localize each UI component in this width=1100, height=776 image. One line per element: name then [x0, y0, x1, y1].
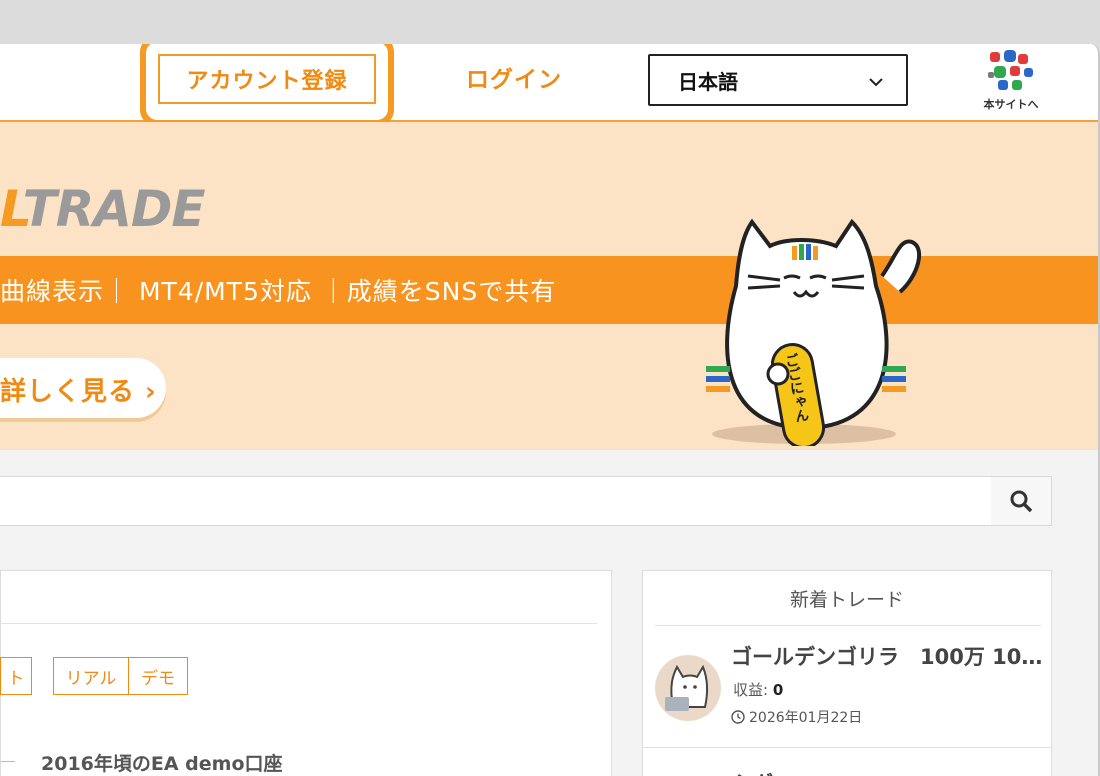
- trade-title-next[interactable]: シグマ…: [733, 767, 813, 776]
- site-logo-icon: [988, 50, 1033, 90]
- brand-logo: LTRADE: [0, 180, 206, 238]
- promo-banner: LTRADE 曲線表示｜ MT4/MT5対応 ｜成績をSNSで共有 詳しく見る …: [0, 122, 1098, 450]
- filter-tab-partial[interactable]: ト: [0, 657, 32, 695]
- feature-stripe: 曲線表示｜ MT4/MT5対応 ｜成績をSNSで共有: [0, 256, 1098, 324]
- cat-avatar-icon: [665, 664, 709, 711]
- filter-tab-demo[interactable]: デモ: [128, 657, 188, 695]
- search-icon: [1010, 490, 1033, 513]
- brand-logo-gray: TRADE: [22, 180, 206, 238]
- trade-date-value: 2026年01月22日: [749, 710, 863, 726]
- details-button-label: 詳しく見る ›: [0, 377, 157, 407]
- profit-text: 収益: 0: [733, 679, 783, 700]
- new-trades-panel: 新着トレード ゴールデンゴリラ 100万 10… 収益: 0 2026年01月2…: [642, 570, 1053, 776]
- feature-text: 曲線表示｜ MT4/MT5対応 ｜成績をSNSで共有: [0, 277, 557, 306]
- trade-list-panel: ト リアル デモ 2016年頃のEA demo口座: [0, 570, 612, 776]
- login-link[interactable]: ログイン: [466, 60, 562, 94]
- list-item-title[interactable]: 2016年頃のEA demo口座: [41, 749, 283, 776]
- profit-value: 0: [772, 681, 784, 699]
- main-site-label: 本サイトへ: [983, 98, 1039, 111]
- profit-label: 収益:: [733, 681, 769, 699]
- main-site-link[interactable]: 本サイトへ: [974, 50, 1048, 112]
- brand-logo-orange: L: [0, 180, 24, 238]
- chevron-down-icon: [869, 78, 883, 87]
- trade-date: 2026年01月22日: [731, 707, 862, 727]
- filter-tab-real[interactable]: リアル: [53, 657, 129, 695]
- avatar[interactable]: [655, 655, 721, 721]
- search-input[interactable]: [0, 476, 1052, 526]
- panel-title: 新着トレード: [789, 589, 904, 611]
- register-account-button[interactable]: アカウント登録: [158, 54, 376, 104]
- language-select[interactable]: 日本語: [648, 54, 908, 106]
- register-highlight: アカウント登録: [140, 44, 394, 126]
- search-button[interactable]: [991, 477, 1051, 525]
- details-button[interactable]: 詳しく見る ›: [0, 358, 166, 418]
- trade-title[interactable]: ゴールデンゴリラ 100万 10…: [731, 641, 1042, 671]
- browser-viewport: アカウント登録 ログイン 日本語 本サイトへ LTRADE 曲線表示｜ MT4/…: [0, 44, 1100, 776]
- cat-mascot-image: ごごにゃん: [706, 218, 922, 446]
- language-selected-value: 日本語: [678, 70, 738, 94]
- clock-icon: [731, 710, 745, 724]
- site-header: アカウント登録 ログイン 日本語 本サイトへ: [0, 44, 1098, 126]
